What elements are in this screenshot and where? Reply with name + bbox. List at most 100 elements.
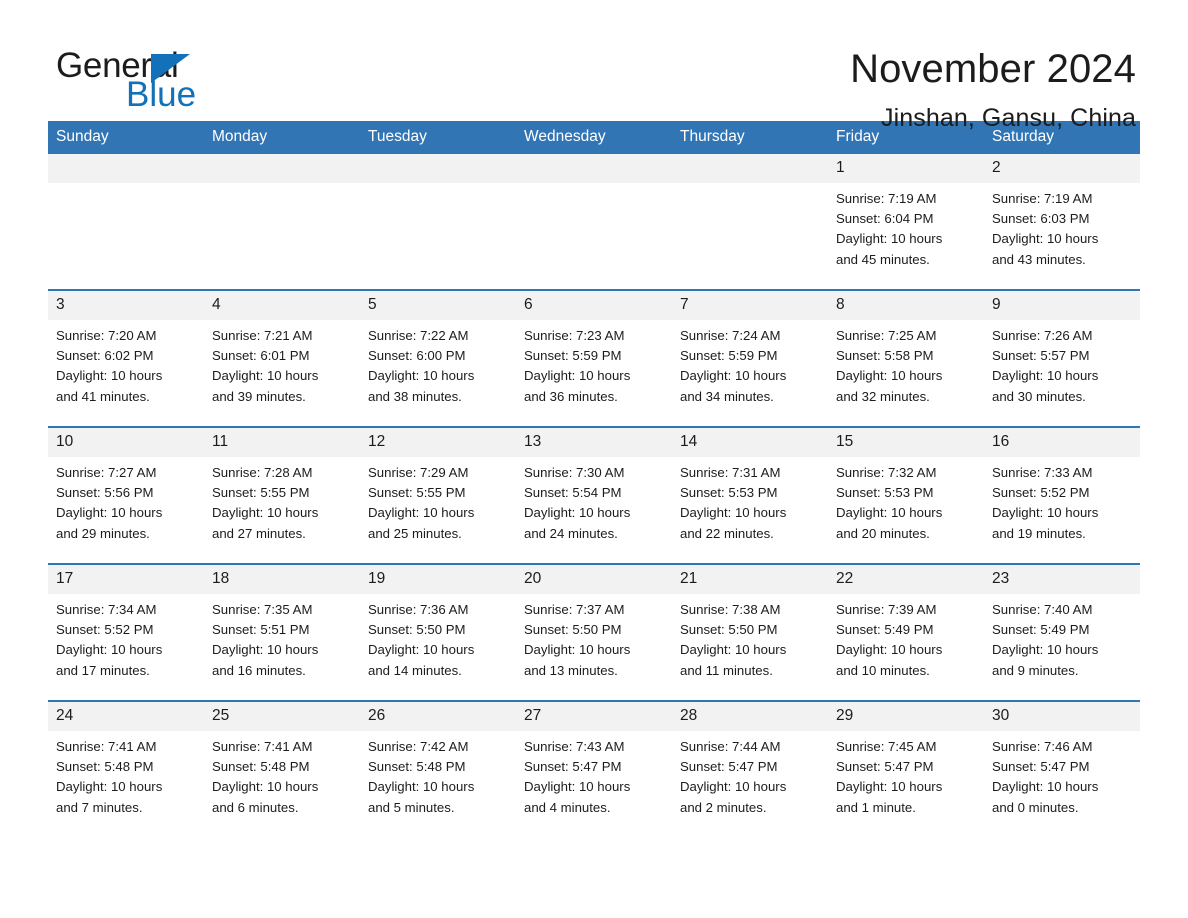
calendar-cell-empty [672, 154, 828, 290]
day-number: 26 [360, 702, 516, 731]
daylight-2-text: and 22 minutes. [680, 525, 774, 541]
calendar-day-cell[interactable]: 27 Sunrise: 7:43 AM Sunset: 5:47 PM Dayligh… [516, 700, 672, 837]
sunset-text: Sunset: 5:47 PM [680, 759, 778, 775]
sunrise-text: Sunrise: 7:19 AM [836, 191, 937, 206]
day-number: 11 [204, 428, 360, 457]
calendar-day-cell[interactable]: 17 Sunrise: 7:34 AM Sunset: 5:52 PM Dayligh… [48, 563, 204, 701]
calendar-day-cell[interactable]: 2 Sunrise: 7:19 AM Sunset: 6:03 PM Daylight… [984, 154, 1140, 290]
calendar-day-cell[interactable]: 29 Sunrise: 7:45 AM Sunset: 5:47 PM Dayligh… [828, 700, 984, 837]
daylight-2-text: and 6 minutes. [212, 799, 299, 815]
calendar-week-row: 10 Sunrise: 7:27 AM Sunset: 5:56 PM Dayligh… [48, 426, 1140, 564]
calendar-day-cell[interactable]: 13 Sunrise: 7:30 AM Sunset: 5:54 PM Dayligh… [516, 426, 672, 564]
daylight-1-text: Daylight: 10 hours [680, 368, 787, 384]
generalblue-logo[interactable]: General Blue [48, 46, 248, 114]
daylight-2-text: and 36 minutes. [524, 388, 618, 404]
calendar-day-cell[interactable]: 8 Sunrise: 7:25 AM Sunset: 5:58 PM Daylight… [828, 289, 984, 427]
calendar-day-cell[interactable]: 22 Sunrise: 7:39 AM Sunset: 5:49 PM Dayligh… [828, 563, 984, 701]
daylight-1-text: Daylight: 10 hours [56, 779, 163, 795]
daylight-1-text: Daylight: 10 hours [836, 779, 943, 795]
calendar-day-cell[interactable]: 26 Sunrise: 7:42 AM Sunset: 5:48 PM Dayligh… [360, 700, 516, 837]
calendar-day-cell[interactable]: 30 Sunrise: 7:46 AM Sunset: 5:47 PM Dayligh… [984, 700, 1140, 837]
calendar-day-cell[interactable]: 25 Sunrise: 7:41 AM Sunset: 5:48 PM Dayligh… [204, 700, 360, 837]
day-number: 30 [984, 702, 1140, 731]
daylight-2-text: and 17 minutes. [56, 662, 150, 678]
calendar-day-cell[interactable]: 11 Sunrise: 7:28 AM Sunset: 5:55 PM Dayligh… [204, 426, 360, 564]
sunset-text: Sunset: 5:48 PM [368, 759, 466, 775]
daylight-1-text: Daylight: 10 hours [368, 642, 475, 658]
daylight-1-text: Daylight: 10 hours [992, 642, 1099, 658]
calendar-day-cell[interactable]: 4 Sunrise: 7:21 AM Sunset: 6:01 PM Daylight… [204, 289, 360, 427]
calendar-day-cell[interactable]: 16 Sunrise: 7:33 AM Sunset: 5:52 PM Dayligh… [984, 426, 1140, 564]
sunset-text: Sunset: 5:52 PM [992, 485, 1090, 501]
weekday-header-thursday: Thursday [672, 121, 828, 154]
sunset-text: Sunset: 6:04 PM [836, 211, 934, 227]
calendar-day-cell[interactable]: 23 Sunrise: 7:40 AM Sunset: 5:49 PM Dayligh… [984, 563, 1140, 701]
daylight-1-text: Daylight: 10 hours [836, 231, 943, 247]
logo-text-blue: Blue [126, 75, 197, 114]
day-sun-info: Sunrise: 7:40 AM Sunset: 5:49 PM Daylight:… [984, 594, 1140, 681]
daylight-1-text: Daylight: 10 hours [992, 231, 1099, 247]
sunset-text: Sunset: 5:49 PM [992, 622, 1090, 638]
calendar-body: 1 Sunrise: 7:19 AM Sunset: 6:04 PM Daylight… [48, 154, 1140, 837]
day-number: 12 [360, 428, 516, 457]
calendar-day-cell[interactable]: 14 Sunrise: 7:31 AM Sunset: 5:53 PM Dayligh… [672, 426, 828, 564]
sunset-text: Sunset: 6:00 PM [368, 348, 466, 364]
sunset-text: Sunset: 5:52 PM [56, 622, 154, 638]
page-title: November 2024 [850, 47, 1136, 91]
sunset-text: Sunset: 5:53 PM [836, 485, 934, 501]
day-sun-info: Sunrise: 7:35 AM Sunset: 5:51 PM Daylight:… [204, 594, 360, 681]
sunrise-text: Sunrise: 7:26 AM [992, 328, 1093, 343]
calendar-day-cell[interactable]: 1 Sunrise: 7:19 AM Sunset: 6:04 PM Daylight… [828, 154, 984, 290]
calendar-day-cell[interactable]: 9 Sunrise: 7:26 AM Sunset: 5:57 PM Daylight… [984, 289, 1140, 427]
daylight-1-text: Daylight: 10 hours [524, 505, 631, 521]
day-sun-info: Sunrise: 7:33 AM Sunset: 5:52 PM Daylight:… [984, 457, 1140, 544]
calendar-day-cell[interactable]: 15 Sunrise: 7:32 AM Sunset: 5:53 PM Dayligh… [828, 426, 984, 564]
daylight-1-text: Daylight: 10 hours [212, 505, 319, 521]
calendar-day-cell[interactable]: 28 Sunrise: 7:44 AM Sunset: 5:47 PM Dayligh… [672, 700, 828, 837]
day-number: 27 [516, 702, 672, 731]
day-sun-info: Sunrise: 7:20 AM Sunset: 6:02 PM Daylight:… [48, 320, 204, 407]
calendar-day-cell[interactable]: 7 Sunrise: 7:24 AM Sunset: 5:59 PM Daylight… [672, 289, 828, 427]
sunset-text: Sunset: 5:51 PM [212, 622, 310, 638]
calendar-day-cell[interactable]: 5 Sunrise: 7:22 AM Sunset: 6:00 PM Daylight… [360, 289, 516, 427]
daylight-1-text: Daylight: 10 hours [368, 505, 475, 521]
calendar-day-cell[interactable]: 24 Sunrise: 7:41 AM Sunset: 5:48 PM Dayligh… [48, 700, 204, 837]
daylight-1-text: Daylight: 10 hours [212, 779, 319, 795]
sunset-text: Sunset: 5:56 PM [56, 485, 154, 501]
daylight-2-text: and 24 minutes. [524, 525, 618, 541]
sunrise-text: Sunrise: 7:29 AM [368, 465, 469, 480]
sunrise-text: Sunrise: 7:40 AM [992, 602, 1093, 617]
daylight-2-text: and 1 minute. [836, 799, 916, 815]
day-sun-info: Sunrise: 7:26 AM Sunset: 5:57 PM Daylight:… [984, 320, 1140, 407]
daylight-1-text: Daylight: 10 hours [836, 368, 943, 384]
day-number [48, 154, 204, 183]
day-sun-info: Sunrise: 7:36 AM Sunset: 5:50 PM Daylight:… [360, 594, 516, 681]
calendar-day-cell[interactable]: 21 Sunrise: 7:38 AM Sunset: 5:50 PM Dayligh… [672, 563, 828, 701]
calendar-day-cell[interactable]: 20 Sunrise: 7:37 AM Sunset: 5:50 PM Dayligh… [516, 563, 672, 701]
calendar-table: Sunday Monday Tuesday Wednesday Thursday Frid… [48, 121, 1140, 837]
daylight-2-text: and 20 minutes. [836, 525, 930, 541]
sunrise-text: Sunrise: 7:28 AM [212, 465, 313, 480]
sunset-text: Sunset: 6:01 PM [212, 348, 310, 364]
sunset-text: Sunset: 5:49 PM [836, 622, 934, 638]
daylight-1-text: Daylight: 10 hours [524, 779, 631, 795]
daylight-1-text: Daylight: 10 hours [368, 779, 475, 795]
daylight-1-text: Daylight: 10 hours [524, 642, 631, 658]
day-sun-info: Sunrise: 7:29 AM Sunset: 5:55 PM Daylight:… [360, 457, 516, 544]
calendar-day-cell[interactable]: 19 Sunrise: 7:36 AM Sunset: 5:50 PM Dayligh… [360, 563, 516, 701]
sunrise-text: Sunrise: 7:36 AM [368, 602, 469, 617]
day-sun-info: Sunrise: 7:27 AM Sunset: 5:56 PM Daylight:… [48, 457, 204, 544]
day-number [204, 154, 360, 183]
sunset-text: Sunset: 5:47 PM [524, 759, 622, 775]
calendar-day-cell[interactable]: 18 Sunrise: 7:35 AM Sunset: 5:51 PM Dayligh… [204, 563, 360, 701]
calendar-day-cell[interactable]: 12 Sunrise: 7:29 AM Sunset: 5:55 PM Dayligh… [360, 426, 516, 564]
daylight-2-text: and 30 minutes. [992, 388, 1086, 404]
calendar-day-cell[interactable]: 10 Sunrise: 7:27 AM Sunset: 5:56 PM Dayligh… [48, 426, 204, 564]
day-sun-info: Sunrise: 7:31 AM Sunset: 5:53 PM Daylight:… [672, 457, 828, 544]
calendar-day-cell[interactable]: 3 Sunrise: 7:20 AM Sunset: 6:02 PM Daylight… [48, 289, 204, 427]
daylight-2-text: and 41 minutes. [56, 388, 150, 404]
day-sun-info: Sunrise: 7:38 AM Sunset: 5:50 PM Daylight:… [672, 594, 828, 681]
daylight-2-text: and 11 minutes. [680, 662, 773, 678]
day-number: 23 [984, 565, 1140, 594]
calendar-day-cell[interactable]: 6 Sunrise: 7:23 AM Sunset: 5:59 PM Daylight… [516, 289, 672, 427]
